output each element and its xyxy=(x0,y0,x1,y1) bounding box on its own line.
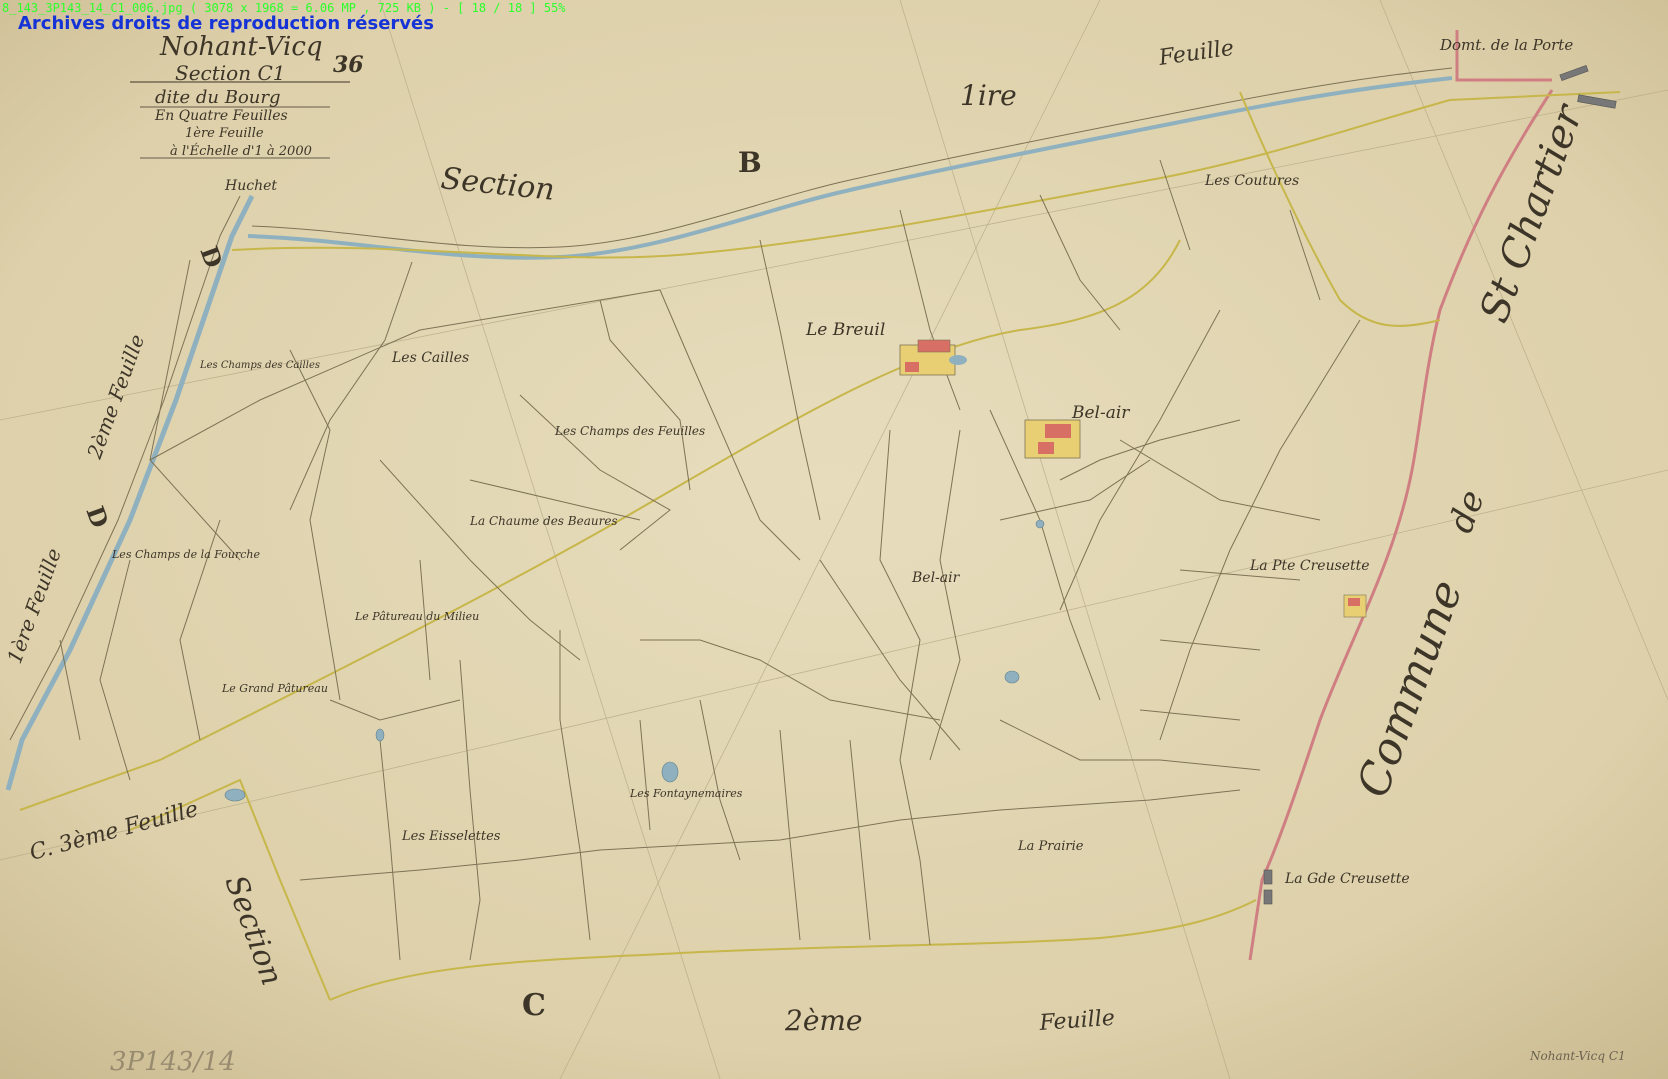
place-bel-air-house: Bel-air xyxy=(1071,403,1130,423)
image-viewer[interactable]: Nohant-Vicq Section C1 36 dite du Bourg … xyxy=(0,0,1668,1079)
cadastral-map-sheet[interactable]: Nohant-Vicq Section C1 36 dite du Bourg … xyxy=(0,0,1668,1079)
hamlet-petite-creusette xyxy=(1343,594,1367,618)
cartouche-commune: Nohant-Vicq xyxy=(159,32,323,62)
place-champs-de-la-fourche: Les Champs de la Fourche xyxy=(111,548,260,561)
label-letter-b: B xyxy=(738,146,762,179)
label-archive-ref: 3P143/14 xyxy=(110,1047,236,1077)
place-le-breuil: Le Breuil xyxy=(805,320,885,340)
viewer-info-line: 8_143_3P143_14_C1_006.jpg ( 3078 x 1968 … xyxy=(2,1,566,15)
label-footer-note: Nohant-Vicq C1 xyxy=(1529,1049,1626,1063)
place-champs-des-feuilles: Les Champs des Feuilles xyxy=(554,424,705,438)
place-les-cailles: Les Cailles xyxy=(391,350,469,366)
label-deuxieme: 2ème xyxy=(784,1004,863,1037)
watermark-text: Archives droits de reproduction réservés xyxy=(18,13,434,34)
place-paturaux-du-milieu: Le Pâtureau du Milieu xyxy=(354,610,479,623)
hamlet-bel-air xyxy=(1024,419,1081,459)
place-grande-creusette: La Gde Creusette xyxy=(1284,871,1410,887)
place-les-eisselettes: Les Eisselettes xyxy=(401,829,501,844)
cartouche-dite: dite du Bourg xyxy=(155,87,281,108)
place-chaume-des-beaures: La Chaume des Beaures xyxy=(469,514,618,528)
label-feuille-bottom: Feuille xyxy=(1038,1006,1116,1036)
place-les-coutures: Les Coutures xyxy=(1204,173,1299,189)
cartouche-echelle: à l'Échelle d'1 à 2000 xyxy=(170,143,312,159)
cartouche-section: Section C1 xyxy=(175,61,285,85)
place-la-prairie: La Prairie xyxy=(1017,839,1084,854)
place-grand-paturau: Le Grand Pâtureau xyxy=(221,682,328,695)
place-les-fontaynemaires: Les Fontaynemaires xyxy=(629,787,743,800)
place-bel-air-field: Bel-air xyxy=(911,570,961,586)
cartouche-feuilles: En Quatre Feuilles xyxy=(154,108,288,124)
cartouche-signature: Huchet xyxy=(224,178,277,194)
cartouche-feuille: 1ère Feuille xyxy=(185,126,264,141)
cartouche-section-number: 36 xyxy=(333,52,364,78)
label-letter-c: C xyxy=(522,988,546,1023)
label-domaine-porte: Domt. de la Porte xyxy=(1439,36,1573,54)
place-petite-creusette: La Pte Creusette xyxy=(1249,558,1370,574)
label-ire: 1ire xyxy=(960,79,1017,112)
place-champs-des-cailles: Les Champs des Cailles xyxy=(199,360,320,371)
